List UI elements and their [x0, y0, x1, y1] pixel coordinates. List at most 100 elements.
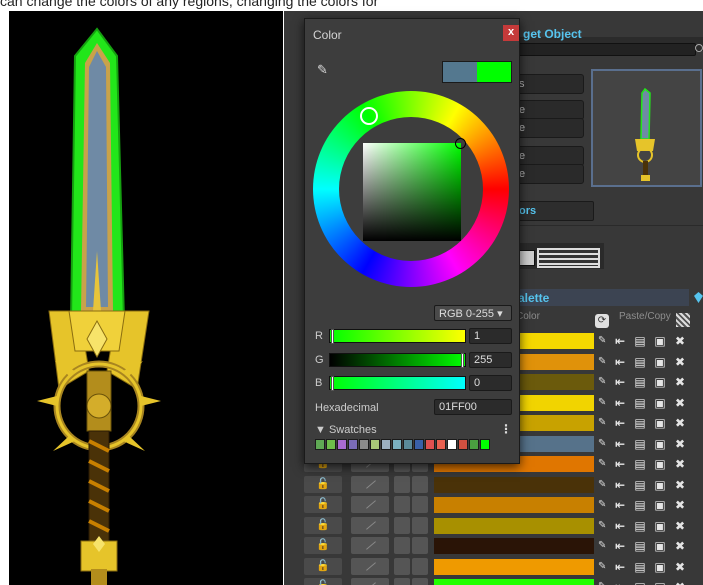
g-slider-thumb[interactable]	[461, 353, 464, 368]
copy-icon[interactable]: ▤	[634, 416, 646, 430]
swatch-16[interactable]	[480, 439, 490, 450]
swatch-11[interactable]	[425, 439, 435, 450]
swatches-foldout[interactable]: ▼ Swatches	[315, 424, 377, 436]
eyedropper-icon[interactable]: ✎	[598, 396, 610, 410]
eyedropper-icon[interactable]: ✎	[598, 498, 610, 512]
lock-icon[interactable]: 🔓	[304, 496, 342, 513]
r-value-field[interactable]: 1	[469, 328, 512, 344]
r-slider[interactable]	[329, 329, 466, 344]
plus-button[interactable]	[394, 516, 410, 534]
eyedropper-icon[interactable]: ✎	[598, 580, 610, 585]
inspector-field-4[interactable]: e	[514, 146, 584, 166]
swatch-8[interactable]	[392, 439, 402, 450]
layout-lines-icon[interactable]	[537, 248, 600, 268]
paste-icon[interactable]: ⇤	[614, 396, 626, 410]
fill-icon[interactable]: ✖	[674, 334, 686, 348]
palette-header[interactable]: alette	[514, 289, 689, 306]
clipboard-icon[interactable]: ▣	[654, 396, 666, 410]
swatch-15[interactable]	[469, 439, 479, 450]
clipboard-icon[interactable]: ▣	[654, 457, 666, 471]
swatches-menu-icon[interactable]: ⋮	[500, 422, 512, 436]
color-picker-window[interactable]: Color x ✎ RGB 0-255 ▾ R 1 G 255 B 0 Hexa…	[304, 18, 520, 464]
clipboard-icon[interactable]: ▣	[654, 334, 666, 348]
hue-handle[interactable]	[360, 107, 378, 125]
color-mode-dropdown[interactable]: RGB 0-255 ▾	[434, 305, 512, 321]
fill-icon[interactable]: ✖	[674, 457, 686, 471]
fill-icon[interactable]: ✖	[674, 560, 686, 574]
brush-button[interactable]	[351, 475, 389, 493]
g-slider[interactable]	[329, 353, 466, 368]
clipboard-icon[interactable]: ▣	[654, 539, 666, 553]
fill-icon[interactable]: ✖	[674, 355, 686, 369]
plus-button[interactable]	[394, 496, 410, 513]
eyedropper-icon[interactable]: ✎	[598, 334, 610, 348]
lock-icon[interactable]: 🔓	[304, 578, 342, 585]
swatch-10[interactable]	[414, 439, 424, 450]
clipboard-icon[interactable]: ▣	[654, 498, 666, 512]
saturation-value-square[interactable]	[363, 143, 461, 241]
b-slider[interactable]	[329, 376, 466, 391]
target-object-field[interactable]	[516, 43, 696, 56]
inspector-field-5[interactable]: e	[514, 164, 584, 184]
plus-button[interactable]	[394, 475, 410, 493]
plus-button[interactable]	[394, 557, 410, 575]
copy-icon[interactable]: ▤	[634, 334, 646, 348]
fill-pattern-icon[interactable]	[676, 313, 690, 327]
swatch-6[interactable]	[370, 439, 380, 450]
brush-button[interactable]	[351, 557, 389, 575]
inspector-field-2[interactable]: e	[514, 100, 584, 120]
paste-icon[interactable]: ⇤	[614, 498, 626, 512]
copy-icon[interactable]: ▤	[634, 375, 646, 389]
paste-icon[interactable]: ⇤	[614, 478, 626, 492]
paste-icon[interactable]: ⇤	[614, 539, 626, 553]
plus-button[interactable]	[394, 578, 410, 585]
plus-button[interactable]	[394, 537, 410, 554]
clipboard-icon[interactable]: ▣	[654, 375, 666, 389]
eyedropper-icon[interactable]: ✎	[598, 519, 610, 533]
lock-icon[interactable]: 🔓	[304, 475, 342, 493]
swatch-14[interactable]	[458, 439, 468, 450]
clipboard-icon[interactable]: ▣	[654, 478, 666, 492]
clipboard-icon[interactable]: ▣	[654, 416, 666, 430]
close-button[interactable]: x	[503, 25, 519, 41]
toggle-button[interactable]	[412, 516, 428, 534]
fill-icon[interactable]: ✖	[674, 437, 686, 451]
brush-button[interactable]	[351, 496, 389, 513]
g-value-field[interactable]: 255	[469, 352, 512, 368]
inspector-field-3[interactable]: e	[514, 118, 584, 138]
clipboard-icon[interactable]: ▣	[654, 560, 666, 574]
clipboard-icon[interactable]: ▣	[654, 519, 666, 533]
copy-icon[interactable]: ▤	[634, 437, 646, 451]
copy-icon[interactable]: ▤	[634, 396, 646, 410]
eyedropper-icon[interactable]: ✎	[598, 375, 610, 389]
color-field[interactable]	[434, 558, 594, 575]
swatch-2[interactable]	[326, 439, 336, 450]
paste-icon[interactable]: ⇤	[614, 519, 626, 533]
copy-icon[interactable]: ▤	[634, 498, 646, 512]
fill-icon[interactable]: ✖	[674, 498, 686, 512]
refresh-icon[interactable]: ⟳	[595, 314, 609, 328]
eyedropper-icon[interactable]: ✎	[598, 560, 610, 574]
lock-icon[interactable]: 🔓	[304, 516, 342, 534]
eyedropper-icon[interactable]: ✎	[317, 63, 331, 77]
copy-icon[interactable]: ▤	[634, 519, 646, 533]
fill-icon[interactable]: ✖	[674, 478, 686, 492]
eyedropper-icon[interactable]: ✎	[598, 355, 610, 369]
eyedropper-icon[interactable]: ✎	[598, 457, 610, 471]
colors-button[interactable]: ors	[514, 201, 594, 221]
swatch-13[interactable]	[447, 439, 457, 450]
fill-icon[interactable]: ✖	[674, 416, 686, 430]
lock-icon[interactable]: 🔓	[304, 537, 342, 554]
color-field[interactable]	[434, 476, 594, 493]
copy-icon[interactable]: ▤	[634, 478, 646, 492]
copy-icon[interactable]: ▤	[634, 457, 646, 471]
target-picker-icon[interactable]	[695, 44, 703, 52]
paste-icon[interactable]: ⇤	[614, 560, 626, 574]
swatch-4[interactable]	[348, 439, 358, 450]
fill-icon[interactable]: ✖	[674, 396, 686, 410]
paste-icon[interactable]: ⇤	[614, 437, 626, 451]
swatch-12[interactable]	[436, 439, 446, 450]
toggle-button[interactable]	[412, 557, 428, 575]
clipboard-icon[interactable]: ▣	[654, 355, 666, 369]
paste-icon[interactable]: ⇤	[614, 416, 626, 430]
